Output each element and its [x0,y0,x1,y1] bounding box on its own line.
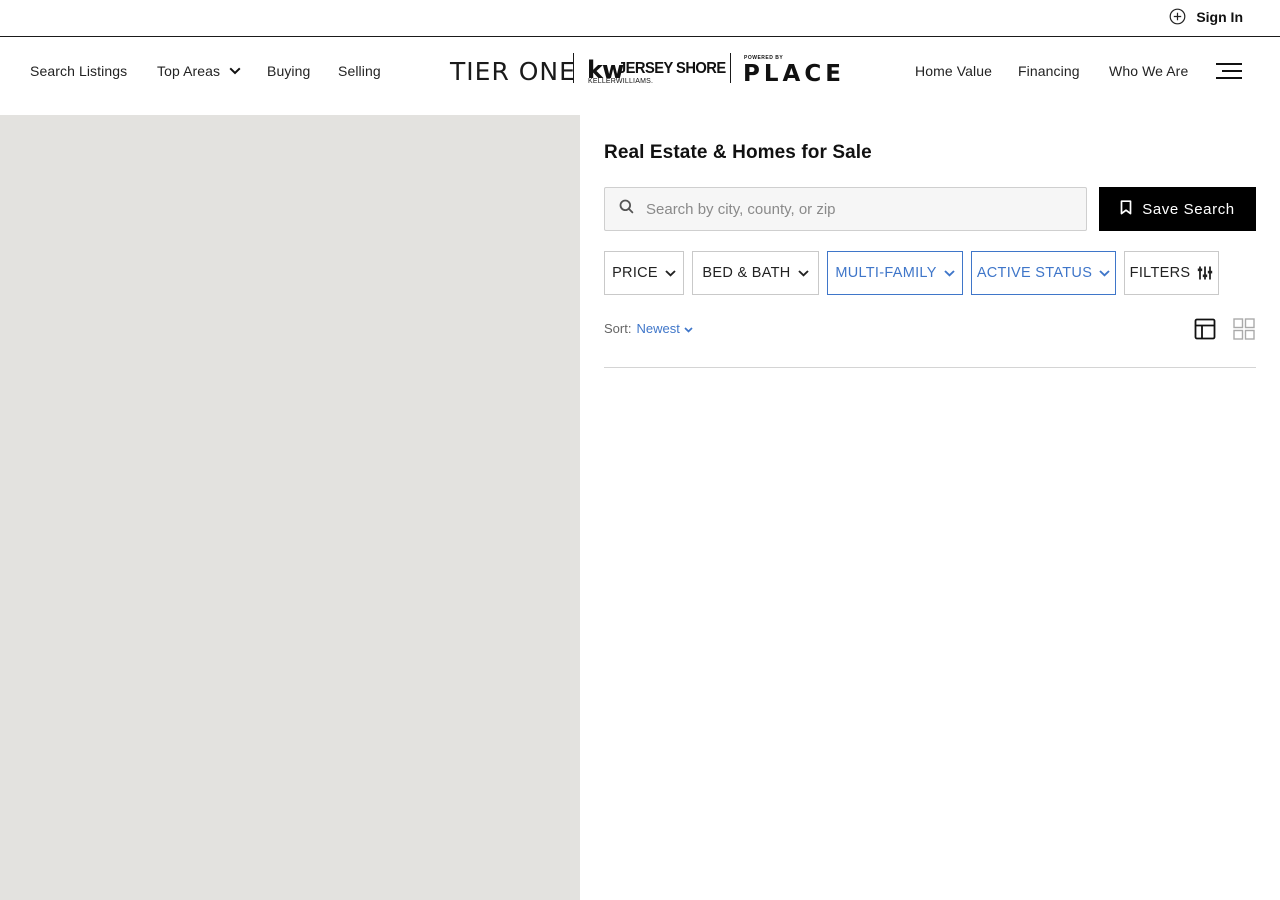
search-input[interactable] [646,189,1066,229]
chevron-down-icon [665,269,676,277]
results-divider [604,367,1256,368]
filter-active-status-label: ACTIVE STATUS [976,265,1093,281]
logo-divider [573,53,574,83]
nav-selling[interactable]: Selling [338,63,381,79]
main-nav: Search Listings Top Areas Buying Selling… [0,37,1280,115]
search-icon [605,199,634,219]
nav-home-value[interactable]: Home Value [915,63,992,79]
filter-more-filters-label: FILTERS [1129,265,1191,281]
filter-more-filters[interactable]: FILTERS [1124,251,1219,295]
listings-panel: Real Estate & Homes for Sale Save Search… [604,115,1256,900]
nav-search-listings[interactable]: Search Listings [30,63,127,79]
brand-logo[interactable]: TIER ONE kw JERSEY SHORE KELLERWILLIAMS.… [450,53,841,87]
nav-who-we-are-label: Who We Are [1109,63,1189,79]
chevron-down-icon [684,321,693,336]
sliders-icon [1197,266,1213,280]
grid-view-button[interactable] [1233,318,1255,340]
page-title: Real Estate & Homes for Sale [604,142,872,163]
nav-buying[interactable]: Buying [267,63,310,79]
sort-dropdown[interactable]: Newest [636,321,693,336]
filter-price-label: PRICE [612,265,658,281]
nav-top-areas[interactable]: Top Areas [157,63,241,79]
logo-place: PLACE [743,61,845,87]
filter-price[interactable]: PRICE [604,251,684,295]
chevron-down-icon [229,67,241,75]
chevron-down-icon [797,269,809,277]
sort-label: Sort: [604,321,632,336]
nav-who-we-are[interactable]: Who We Are [1109,63,1188,79]
plus-circle-icon [1169,8,1186,25]
layout-icon [1194,318,1216,344]
logo-tier-one: TIER ONE [450,57,576,86]
filter-multi-family-label: MULTI-FAMILY [835,265,937,281]
chevron-down-icon [1099,269,1110,277]
sort-control: Sort: Newest [604,321,693,336]
grid-icon [1233,318,1255,344]
search-box[interactable] [604,187,1087,231]
save-search-button[interactable]: Save Search [1099,187,1256,231]
filter-bed-bath-label: BED & BATH [702,265,791,281]
nav-financing-label: Financing [1018,63,1080,79]
nav-search-listings-label: Search Listings [30,63,128,79]
filter-bed-bath[interactable]: BED & BATH [692,251,819,295]
nav-financing[interactable]: Financing [1018,63,1080,79]
nav-selling-label: Selling [338,63,381,79]
logo-divider [730,53,731,83]
logo-keller-williams: KELLERWILLIAMS. [588,78,654,85]
save-search-label: Save Search [1142,200,1235,218]
map-panel[interactable] [0,115,580,900]
sign-in-link[interactable]: Sign In [1169,8,1243,25]
map-list-view-button[interactable] [1194,318,1216,340]
sort-value: Newest [636,321,680,336]
filter-multi-family[interactable]: MULTI-FAMILY [827,251,963,295]
filter-active-status[interactable]: ACTIVE STATUS [971,251,1116,295]
chevron-down-icon [944,269,955,277]
sign-in-label: Sign In [1196,8,1243,25]
nav-buying-label: Buying [267,63,311,79]
nav-top-areas-label: Top Areas [157,63,221,79]
top-utility-bar: Sign In [0,0,1280,37]
hamburger-icon[interactable] [1216,62,1242,80]
logo-jersey-shore: JERSEY SHORE [618,60,726,77]
bookmark-icon [1120,200,1132,218]
nav-home-value-label: Home Value [915,63,993,79]
